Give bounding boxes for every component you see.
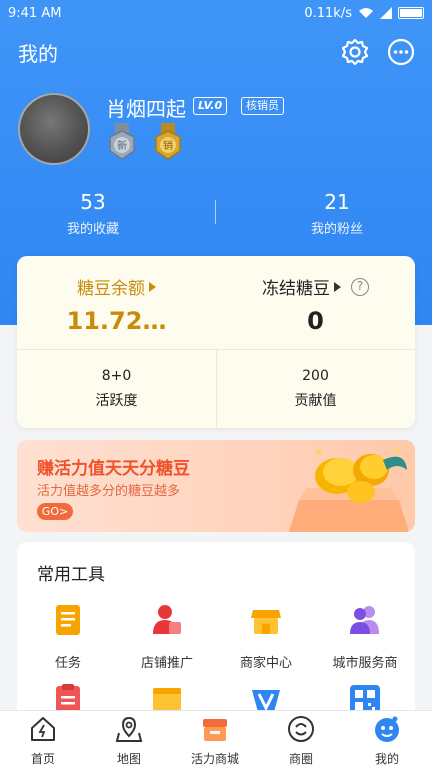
tab-label: 我的 bbox=[374, 752, 399, 766]
activity-value: 8+0 bbox=[101, 368, 132, 384]
contribution-label: 贡献值 bbox=[294, 393, 337, 409]
tool-label: 任务 bbox=[54, 656, 81, 671]
favorites-count: 53 bbox=[80, 190, 106, 214]
tab-store[interactable]: 活力商城 bbox=[172, 715, 258, 767]
tool-task[interactable]: 任务 bbox=[18, 602, 118, 671]
tab-label: 首页 bbox=[30, 752, 55, 766]
tab-mine[interactable]: 我的 bbox=[344, 715, 430, 767]
promo-banner[interactable]: 赚活力值天天分糖豆 活力值越多分的糖豆越多 GO> bbox=[17, 440, 415, 532]
bottom-tab-bar: 首页 地图 活力商城 商圈 我的 bbox=[0, 710, 432, 768]
frozen-balance-value: 0 bbox=[307, 307, 324, 335]
profile-mascot-icon bbox=[375, 716, 399, 742]
tab-home[interactable]: 首页 bbox=[0, 715, 86, 767]
tool-label: 城市服务商 bbox=[332, 656, 398, 671]
role-badge: 核销员 bbox=[241, 97, 284, 115]
tab-label: 商圈 bbox=[288, 752, 313, 766]
tool-label: 店铺推广 bbox=[140, 656, 193, 671]
medal-sale-text: 销 bbox=[163, 139, 173, 152]
level-badge: LV.0 bbox=[193, 97, 228, 115]
username[interactable]: 肖烟四起 bbox=[106, 93, 186, 122]
contribution-stat[interactable]: 200 贡献值 bbox=[216, 368, 415, 410]
tool-label: 商家中心 bbox=[239, 656, 292, 671]
favorites-label: 我的收藏 bbox=[66, 222, 119, 237]
business-circle-icon bbox=[288, 716, 314, 742]
medal-icon[interactable]: 销 bbox=[150, 123, 186, 165]
activity-stat[interactable]: 8+0 活跃度 bbox=[17, 368, 216, 410]
shop-promote-icon bbox=[153, 605, 181, 634]
sugar-beans-illustration bbox=[289, 447, 409, 532]
sugar-balance[interactable]: 糖豆余额 11.72… bbox=[17, 274, 216, 335]
tools-title: 常用工具 bbox=[37, 565, 105, 585]
store-icon bbox=[203, 719, 227, 741]
chat-more-icon[interactable] bbox=[387, 38, 415, 66]
map-icon bbox=[115, 716, 143, 742]
medal-icon[interactable]: 新 bbox=[104, 123, 140, 165]
tab-map[interactable]: 地图 bbox=[86, 715, 172, 767]
gear-icon[interactable] bbox=[341, 38, 369, 66]
fans-label: 我的粉丝 bbox=[310, 222, 363, 237]
sugar-balance-value: 11.72… bbox=[66, 307, 167, 335]
tab-label: 地图 bbox=[116, 752, 141, 766]
caret-right-icon bbox=[149, 281, 156, 292]
battery-icon bbox=[398, 7, 424, 19]
city-service-icon bbox=[350, 606, 379, 634]
balance-card: 糖豆余额 11.72… 冻结糖豆 ? 0 8+0 活跃度 200 贡献值 bbox=[17, 256, 415, 428]
favorites-stat[interactable]: 53 我的收藏 bbox=[18, 190, 168, 237]
fans-stat[interactable]: 21 我的粉丝 bbox=[262, 190, 412, 237]
promo-go-button[interactable]: GO> bbox=[37, 503, 73, 520]
tab-business-circle[interactable]: 商圈 bbox=[258, 715, 344, 767]
signal-icon bbox=[380, 7, 392, 19]
page-title: 我的 bbox=[18, 42, 58, 66]
contribution-value: 200 bbox=[302, 368, 329, 384]
medal-new-text: 新 bbox=[117, 139, 127, 152]
top-bar: 我的 bbox=[0, 34, 432, 72]
frozen-balance-label: 冻结糖豆 bbox=[262, 279, 330, 299]
network-speed: 0.11k/s bbox=[304, 5, 352, 21]
caret-right-icon bbox=[334, 281, 341, 292]
sugar-balance-label: 糖豆余额 bbox=[77, 279, 145, 299]
task-icon bbox=[56, 605, 80, 635]
activity-label: 活跃度 bbox=[95, 393, 138, 409]
stat-divider bbox=[215, 200, 216, 224]
fans-count: 21 bbox=[324, 190, 350, 214]
merchant-center-icon bbox=[251, 610, 281, 634]
help-icon[interactable]: ? bbox=[351, 277, 369, 296]
wifi-icon bbox=[359, 8, 373, 18]
tab-label: 活力商城 bbox=[190, 752, 239, 766]
promo-subtitle: 活力值越多分的糖豆越多 bbox=[37, 484, 181, 499]
home-icon bbox=[31, 717, 55, 741]
tool-shop-promote[interactable]: 店铺推广 bbox=[117, 602, 217, 671]
frozen-balance[interactable]: 冻结糖豆 ? 0 bbox=[216, 274, 415, 335]
tool-merchant-center[interactable]: 商家中心 bbox=[216, 602, 316, 671]
tool-city-service[interactable]: 城市服务商 bbox=[315, 602, 415, 671]
avatar[interactable] bbox=[18, 93, 90, 165]
promo-title: 赚活力值天天分糖豆 bbox=[37, 459, 190, 479]
status-time: 9:41 AM bbox=[8, 5, 62, 21]
status-bar: 9:41 AM 0.11k/s bbox=[0, 0, 432, 26]
